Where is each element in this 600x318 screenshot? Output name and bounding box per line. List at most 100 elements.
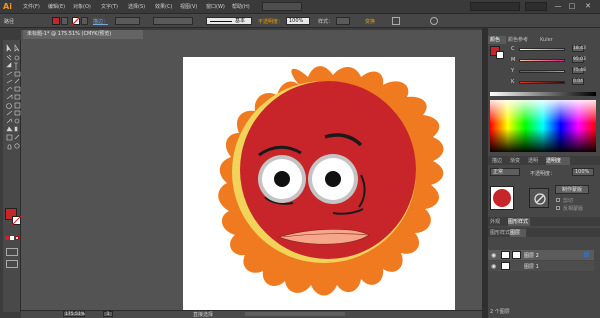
transparency-opacity-field[interactable]: 100% — [572, 168, 594, 176]
drawing-mode-icon[interactable] — [6, 248, 18, 256]
menu-edit[interactable]: 编辑(E) — [48, 3, 65, 10]
rectangle-tool-icon — [14, 71, 21, 77]
yellow-slider[interactable] — [519, 70, 565, 73]
pen-tool-icon — [6, 62, 12, 68]
stroke-none-icon — [12, 216, 21, 225]
graphic-style-picker[interactable] — [336, 17, 350, 25]
screen-mode-icon[interactable] — [6, 260, 18, 268]
clip-checkbox[interactable] — [556, 198, 560, 202]
maximize-button[interactable]: □ — [566, 2, 578, 11]
transform-link[interactable]: 变换 — [365, 18, 375, 25]
pencil-tool-icon — [14, 78, 20, 84]
artboard-tool-icon — [6, 134, 13, 141]
tab-transparency[interactable]: 透明度 — [546, 157, 570, 165]
close-window-button[interactable]: ✕ — [582, 2, 594, 11]
eyedropper-tool-icon — [6, 118, 13, 124]
clip-label: 剪切 — [563, 198, 574, 204]
style-label: 样式： — [318, 19, 334, 25]
hand-tool-icon — [7, 144, 12, 150]
color-mode-button[interactable] — [5, 236, 9, 240]
magenta-value-field[interactable]: 95.03 — [572, 56, 586, 63]
tab-transparency-icon[interactable]: 透明 — [528, 157, 544, 165]
blend-mode-select[interactable]: 正常 — [490, 168, 520, 176]
menu-select[interactable]: 选择(S) — [128, 3, 145, 10]
invert-mask-label: 反相蒙版 — [563, 206, 584, 212]
layer-2-name[interactable]: 图层 2 — [524, 252, 539, 259]
sun-artwork[interactable] — [183, 57, 455, 310]
arrange-documents-button[interactable] — [262, 2, 302, 11]
menu-window[interactable]: 窗口(W) — [206, 3, 225, 10]
stroke-weight-field[interactable] — [115, 17, 140, 25]
stroke-swatch[interactable] — [72, 17, 80, 25]
no-mask-icon — [534, 193, 546, 205]
menu-view[interactable]: 视图(V) — [180, 3, 197, 10]
zoom-tool-icon — [14, 143, 20, 149]
yellow-value-field[interactable]: 75.48 — [572, 67, 586, 74]
fill-dropdown[interactable] — [61, 17, 68, 25]
artboard-number-field[interactable]: 1 — [103, 311, 113, 317]
zoom-field[interactable]: 175.51% — [63, 311, 85, 317]
tab-gradient[interactable]: 渐变 — [510, 157, 526, 165]
tab-color-guide[interactable]: 颜色参考 — [508, 36, 538, 44]
layer-2-thumbnail — [501, 251, 510, 259]
tab-layers[interactable]: 图层 — [510, 229, 526, 237]
slice-tool-icon — [14, 134, 20, 140]
magenta-slider[interactable] — [519, 59, 565, 62]
visibility-eye-icon[interactable]: ◉ — [491, 252, 496, 259]
document-tab[interactable]: 未标题-1* @ 175.51% (CMYK/预览) — [23, 30, 143, 39]
stroke-color-swatch[interactable] — [12, 216, 21, 225]
tab-layers-graphic-styles[interactable]: 图形样式 — [490, 229, 512, 237]
opacity-label[interactable]: 不透明度： — [258, 18, 283, 25]
panel-stroke-swatch[interactable] — [496, 51, 504, 59]
menu-effect[interactable]: 效果(C) — [155, 3, 172, 10]
workspace-switcher[interactable] — [470, 2, 520, 11]
brush-definition[interactable]: 基本 — [206, 17, 252, 25]
fill-swatch[interactable] — [52, 17, 60, 25]
opacity-field[interactable]: 100% — [286, 17, 310, 25]
layer-1-name[interactable]: 图层 1 — [524, 263, 539, 270]
layer-2-sublayer-thumbnail — [512, 251, 521, 259]
variable-width-profile[interactable] — [153, 17, 193, 25]
rotate-tool-icon — [6, 87, 13, 92]
stroke-label[interactable]: 描边： — [93, 18, 108, 25]
none-white-black-strip[interactable] — [490, 92, 596, 96]
cyan-slider[interactable] — [519, 48, 565, 51]
make-mask-button[interactable]: 制作蒙版 — [555, 185, 589, 194]
free-transform-tool-icon — [14, 94, 21, 100]
scale-tool-icon — [14, 86, 21, 92]
menu-file[interactable]: 文件(F) — [23, 3, 40, 10]
visibility-eye-icon[interactable]: ◉ — [491, 263, 496, 270]
menu-object[interactable]: 对象(O) — [73, 3, 91, 10]
layer-row-2[interactable]: ◉ 图层 2 — [488, 250, 594, 260]
layers-count: 2 个图层 — [490, 309, 510, 315]
recolor-icon[interactable] — [430, 17, 438, 25]
stroke-dropdown[interactable] — [81, 17, 88, 25]
tab-graphic-styles[interactable]: 图形样式 — [508, 218, 530, 226]
object-thumbnail[interactable] — [490, 186, 514, 210]
color-spectrum[interactable] — [490, 100, 596, 152]
invert-mask-checkbox[interactable] — [556, 206, 560, 210]
tab-stroke[interactable]: 描边 — [492, 157, 508, 165]
tab-kuler[interactable]: Kuler — [540, 36, 558, 44]
none-mode-button[interactable] — [15, 236, 19, 240]
menu-type[interactable]: 文字(T) — [101, 3, 118, 10]
transparency-opacity-label: 不透明度： — [530, 171, 556, 177]
layer-2-color-marker — [584, 252, 589, 257]
gradient-mode-button[interactable] — [10, 236, 14, 240]
layer-1-thumbnail — [501, 262, 510, 270]
layer-row-1[interactable]: ◉ 图层 1 — [488, 261, 594, 271]
tab-appearance[interactable]: 外观 — [490, 218, 506, 226]
align-icon[interactable] — [392, 17, 400, 25]
channel-y-label: Y — [511, 68, 515, 74]
menu-help[interactable]: 帮助(H) — [232, 3, 250, 10]
horizontal-scrollbar[interactable] — [245, 312, 345, 316]
selection-label: 路径 — [4, 19, 15, 25]
cyan-value-field[interactable]: 18.43 — [572, 45, 586, 52]
search-help-field[interactable] — [525, 2, 547, 11]
selection-tool-icon — [6, 44, 12, 52]
minimize-button[interactable]: — — [552, 2, 564, 11]
black-value-field[interactable]: 0.04 — [572, 78, 584, 85]
mask-thumbnail[interactable] — [529, 188, 549, 208]
black-slider[interactable] — [519, 81, 565, 84]
tab-color[interactable]: 颜色 — [488, 36, 506, 44]
